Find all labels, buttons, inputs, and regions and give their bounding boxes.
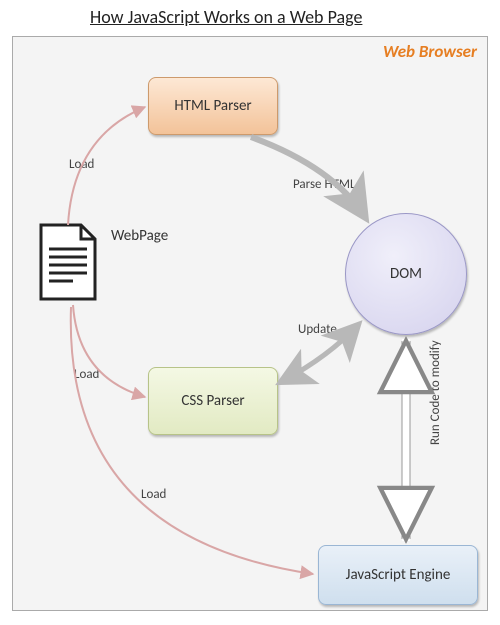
webpage-label: WebPage [111,227,168,245]
edge-label-parse-html: Parse HTML [293,177,355,192]
browser-label: Web Browser [383,41,477,62]
edge-label-load-html: Load [69,157,94,172]
html-parser-node: HTML Parser [148,77,278,135]
js-engine-node: JavaScript Engine [318,545,478,605]
dom-node: DOM [345,213,467,335]
browser-container: Web Browser WebPage HTML Parser CSS Pars… [12,36,488,611]
edge-label-load-css: Load [74,367,99,382]
diagram-title: How JavaScript Works on a Web Page [90,6,362,28]
document-icon [37,223,99,301]
edge-label-run-code: Run Code to modify [428,340,443,445]
css-parser-node: CSS Parser [148,367,278,435]
edge-label-update: Update [298,322,337,337]
edge-label-load-js: Load [141,487,166,502]
